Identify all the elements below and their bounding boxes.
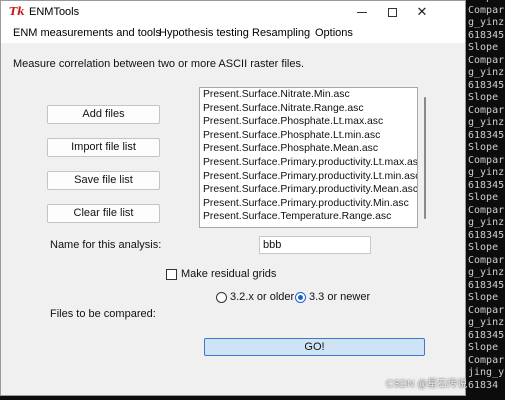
console-line: Slope [468,192,499,203]
enmtools-window: Tk ENMTools ✕ ENM measurements and tools… [0,0,466,396]
file-list-item[interactable]: Present.Surface.Nitrate.Min.asc [200,88,417,102]
minimize-icon [357,11,367,13]
minimize-button[interactable] [347,1,377,23]
console-line: 61834 [468,379,499,391]
file-list-item[interactable]: Present.Surface.Primary.productivity.Lt.… [200,156,417,170]
console-line: g_yinz [468,117,505,128]
go-button[interactable]: GO! [204,338,425,356]
console-line: jing_y [468,367,505,378]
console-line: 618345 [468,329,505,341]
version-old-label: 3.2.x or older [230,291,295,303]
file-list-item[interactable]: Present.Surface.Primary.productivity.Lt.… [200,170,417,184]
console-line: g_yinz [468,317,505,328]
console-line: Compar [468,4,505,16]
file-listbox[interactable]: Present.Surface.Nitrate.Min.asc Present.… [199,87,418,228]
console-line: g_yinz [468,67,505,78]
console-line: Compar [468,354,505,366]
console-line: 618345 [468,279,505,291]
maximize-icon [387,7,397,17]
console-line: Slope [468,142,499,153]
console-line: Slope [468,242,499,253]
file-list-item[interactable]: Present.Surface.Phosphate.Lt.min.asc [200,129,417,143]
menu-bar: ENM measurements and tools Hypothesis te… [1,23,465,43]
console-line: 618345 [468,129,505,141]
version-new-label: 3.3 or newer [309,291,371,303]
version-radio-old[interactable] [216,292,227,303]
window-title: ENMTools [29,6,80,18]
add-files-button[interactable]: Add files [47,105,160,124]
clear-file-list-button[interactable]: Clear file list [47,204,160,223]
console-line: Slope [468,342,499,353]
version-radio-new[interactable] [295,292,306,303]
file-list-item[interactable]: Present.Surface.Temperature.Range.asc [200,210,417,224]
console-line: 618345 [468,29,505,41]
file-list-item[interactable]: Present.Surface.Primary.productivity.Min… [200,197,417,211]
console-line: 618345 [468,229,505,241]
menu-enm-measurements[interactable]: ENM measurements and tools [13,26,161,40]
files-compared-label: Files to be compared: [50,308,156,320]
file-list-item[interactable]: Present.Surface.Phosphate.Lt.max.asc [200,115,417,129]
close-button[interactable]: ✕ [407,1,437,23]
console-line: g_yinz [468,217,505,228]
title-bar[interactable]: Tk ENMTools ✕ [1,1,465,23]
analysis-name-label: Name for this analysis: [50,239,162,251]
file-list-item[interactable]: Present.Surface.Primary.productivity.Mea… [200,183,417,197]
tool-description: Measure correlation between two or more … [13,58,305,70]
console-line: g_yinz [468,167,505,178]
console-line: Compar [468,154,505,166]
file-list-scrollbar[interactable] [421,87,429,228]
watermark-text: CSDN @星石传说 [386,379,468,390]
analysis-name-input[interactable] [259,236,371,254]
menu-hypothesis-testing[interactable]: Hypothesis testing [159,26,249,40]
scrollbar-thumb[interactable] [424,97,426,219]
close-icon: ✕ [416,4,428,20]
console-line: g_yinz [468,267,505,278]
residual-grids-checkbox[interactable] [166,269,177,280]
console-line: Compar [468,204,505,216]
console-line: 618345 [468,179,505,191]
console-line: Compar [468,54,505,66]
console-line: 618345 [468,79,505,91]
file-list-item[interactable]: Present.Surface.Phosphate.Mean.asc [200,142,417,156]
console-line: Compar [468,304,505,316]
console-line: Slope [468,42,499,53]
console-line: Slope [468,92,499,103]
menu-options[interactable]: Options [315,26,353,40]
console-line: Compar [468,104,505,116]
menu-resampling[interactable]: Resampling [252,26,310,40]
console-line: g_yinz [468,17,505,28]
save-file-list-button[interactable]: Save file list [47,171,160,190]
console-line: Compar [468,254,505,266]
tk-app-icon: Tk [9,5,25,18]
radio-selected-dot [298,295,303,300]
console-window: SlopeComparg_yinz618345SlopeComparg_yinz… [467,0,505,400]
import-file-list-button[interactable]: Import file list [47,138,160,157]
console-line: Slope [468,292,499,303]
residual-grids-label: Make residual grids [181,268,277,280]
maximize-button[interactable] [377,1,407,23]
file-list-item[interactable]: Present.Surface.Nitrate.Range.asc [200,102,417,116]
